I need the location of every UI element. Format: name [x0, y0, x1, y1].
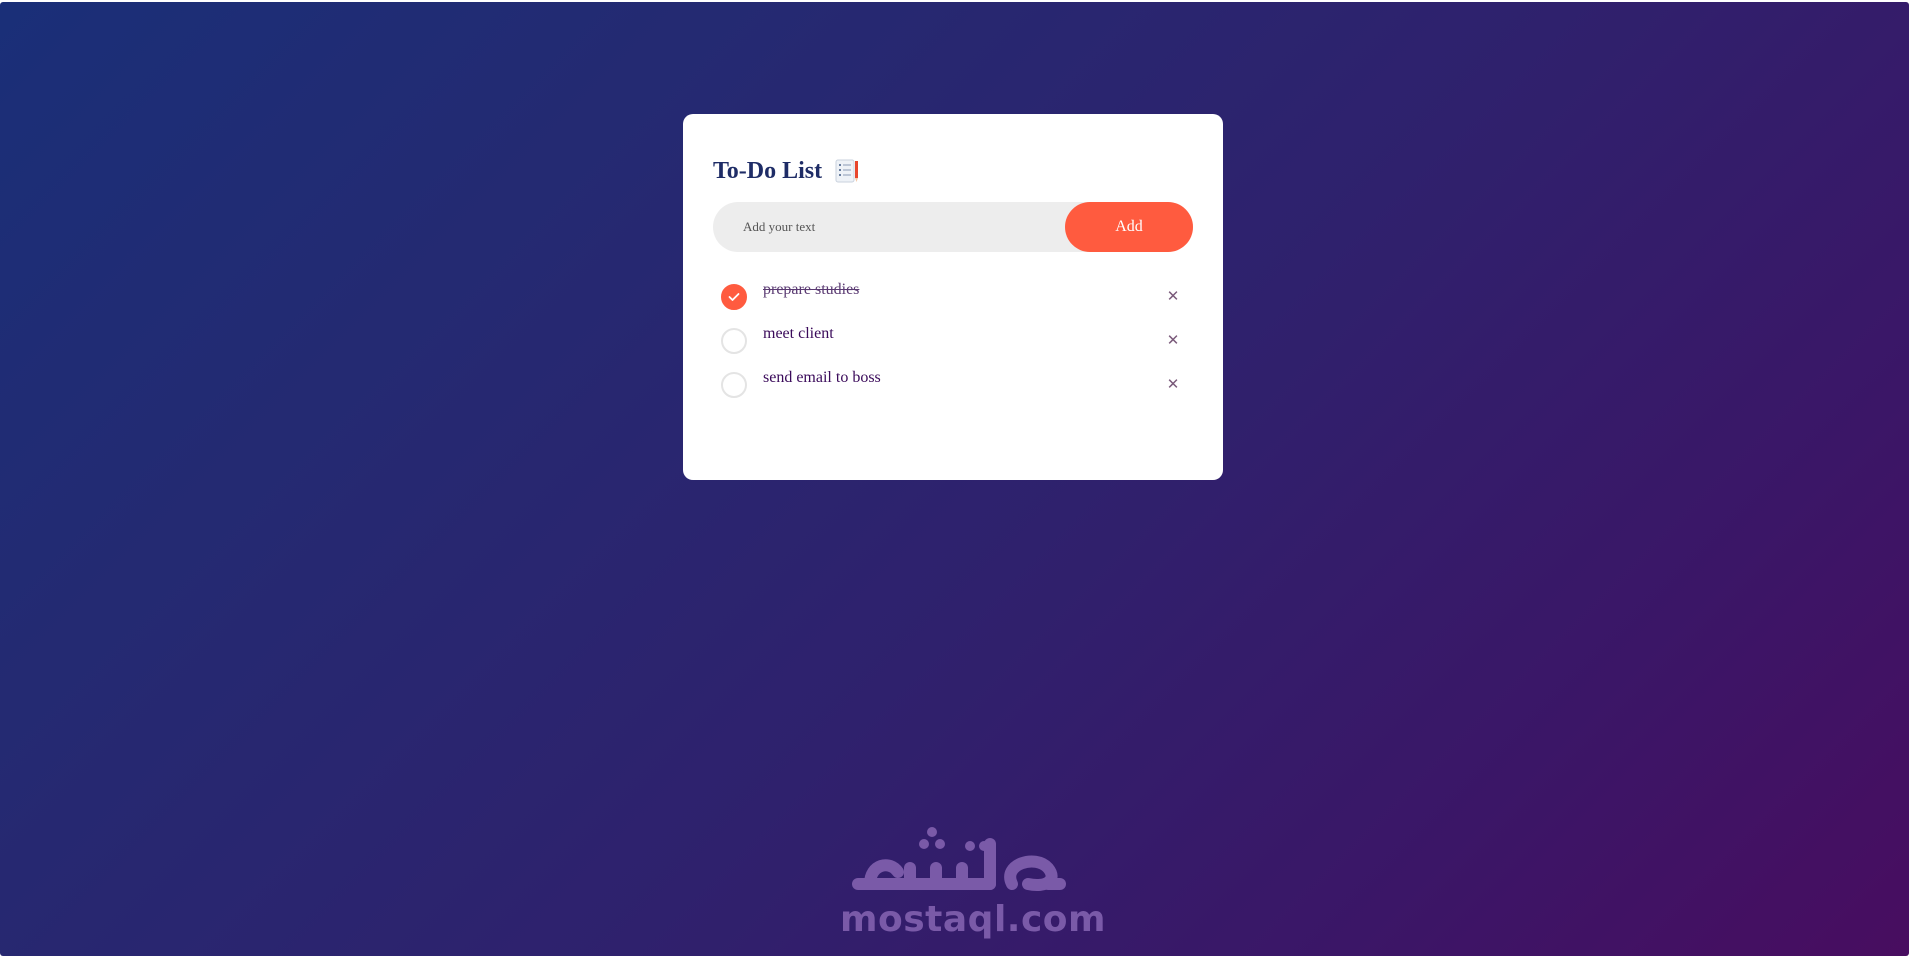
- clipboard-pencil-icon: [834, 158, 860, 184]
- todo-card: To-Do List Add your text Add prepare stu…: [683, 114, 1223, 480]
- list-item[interactable]: send email to boss ✕: [713, 365, 1193, 409]
- window-frame: To-Do List Add your text Add prepare stu…: [0, 0, 1911, 956]
- close-icon[interactable]: ✕: [1163, 374, 1183, 394]
- mostaql-watermark: mostaql.com: [840, 824, 1107, 942]
- task-input[interactable]: [713, 202, 1065, 252]
- unchecked-circle-icon[interactable]: [721, 328, 747, 354]
- page-title: To-Do List: [713, 157, 823, 184]
- list-item[interactable]: prepare studies ✕: [713, 277, 1193, 321]
- unchecked-circle-icon[interactable]: [721, 372, 747, 398]
- page-background: To-Do List Add your text Add prepare stu…: [0, 2, 1909, 956]
- task-text[interactable]: prepare studies: [763, 281, 859, 299]
- title-row: To-Do List: [713, 154, 1193, 188]
- close-icon[interactable]: ✕: [1163, 286, 1183, 306]
- task-text[interactable]: meet client: [763, 325, 834, 343]
- add-button[interactable]: Add: [1065, 202, 1193, 252]
- add-task-row: Add: [713, 202, 1193, 252]
- watermark-text: mostaql.com: [840, 899, 1107, 940]
- checked-circle-icon[interactable]: [721, 284, 747, 310]
- mostaql-logo-icon: [852, 827, 1066, 891]
- list-item[interactable]: meet client ✕: [713, 321, 1193, 365]
- close-icon[interactable]: ✕: [1163, 330, 1183, 350]
- task-text[interactable]: send email to boss: [763, 369, 881, 387]
- task-list: prepare studies ✕ meet client ✕ send ema…: [713, 277, 1193, 409]
